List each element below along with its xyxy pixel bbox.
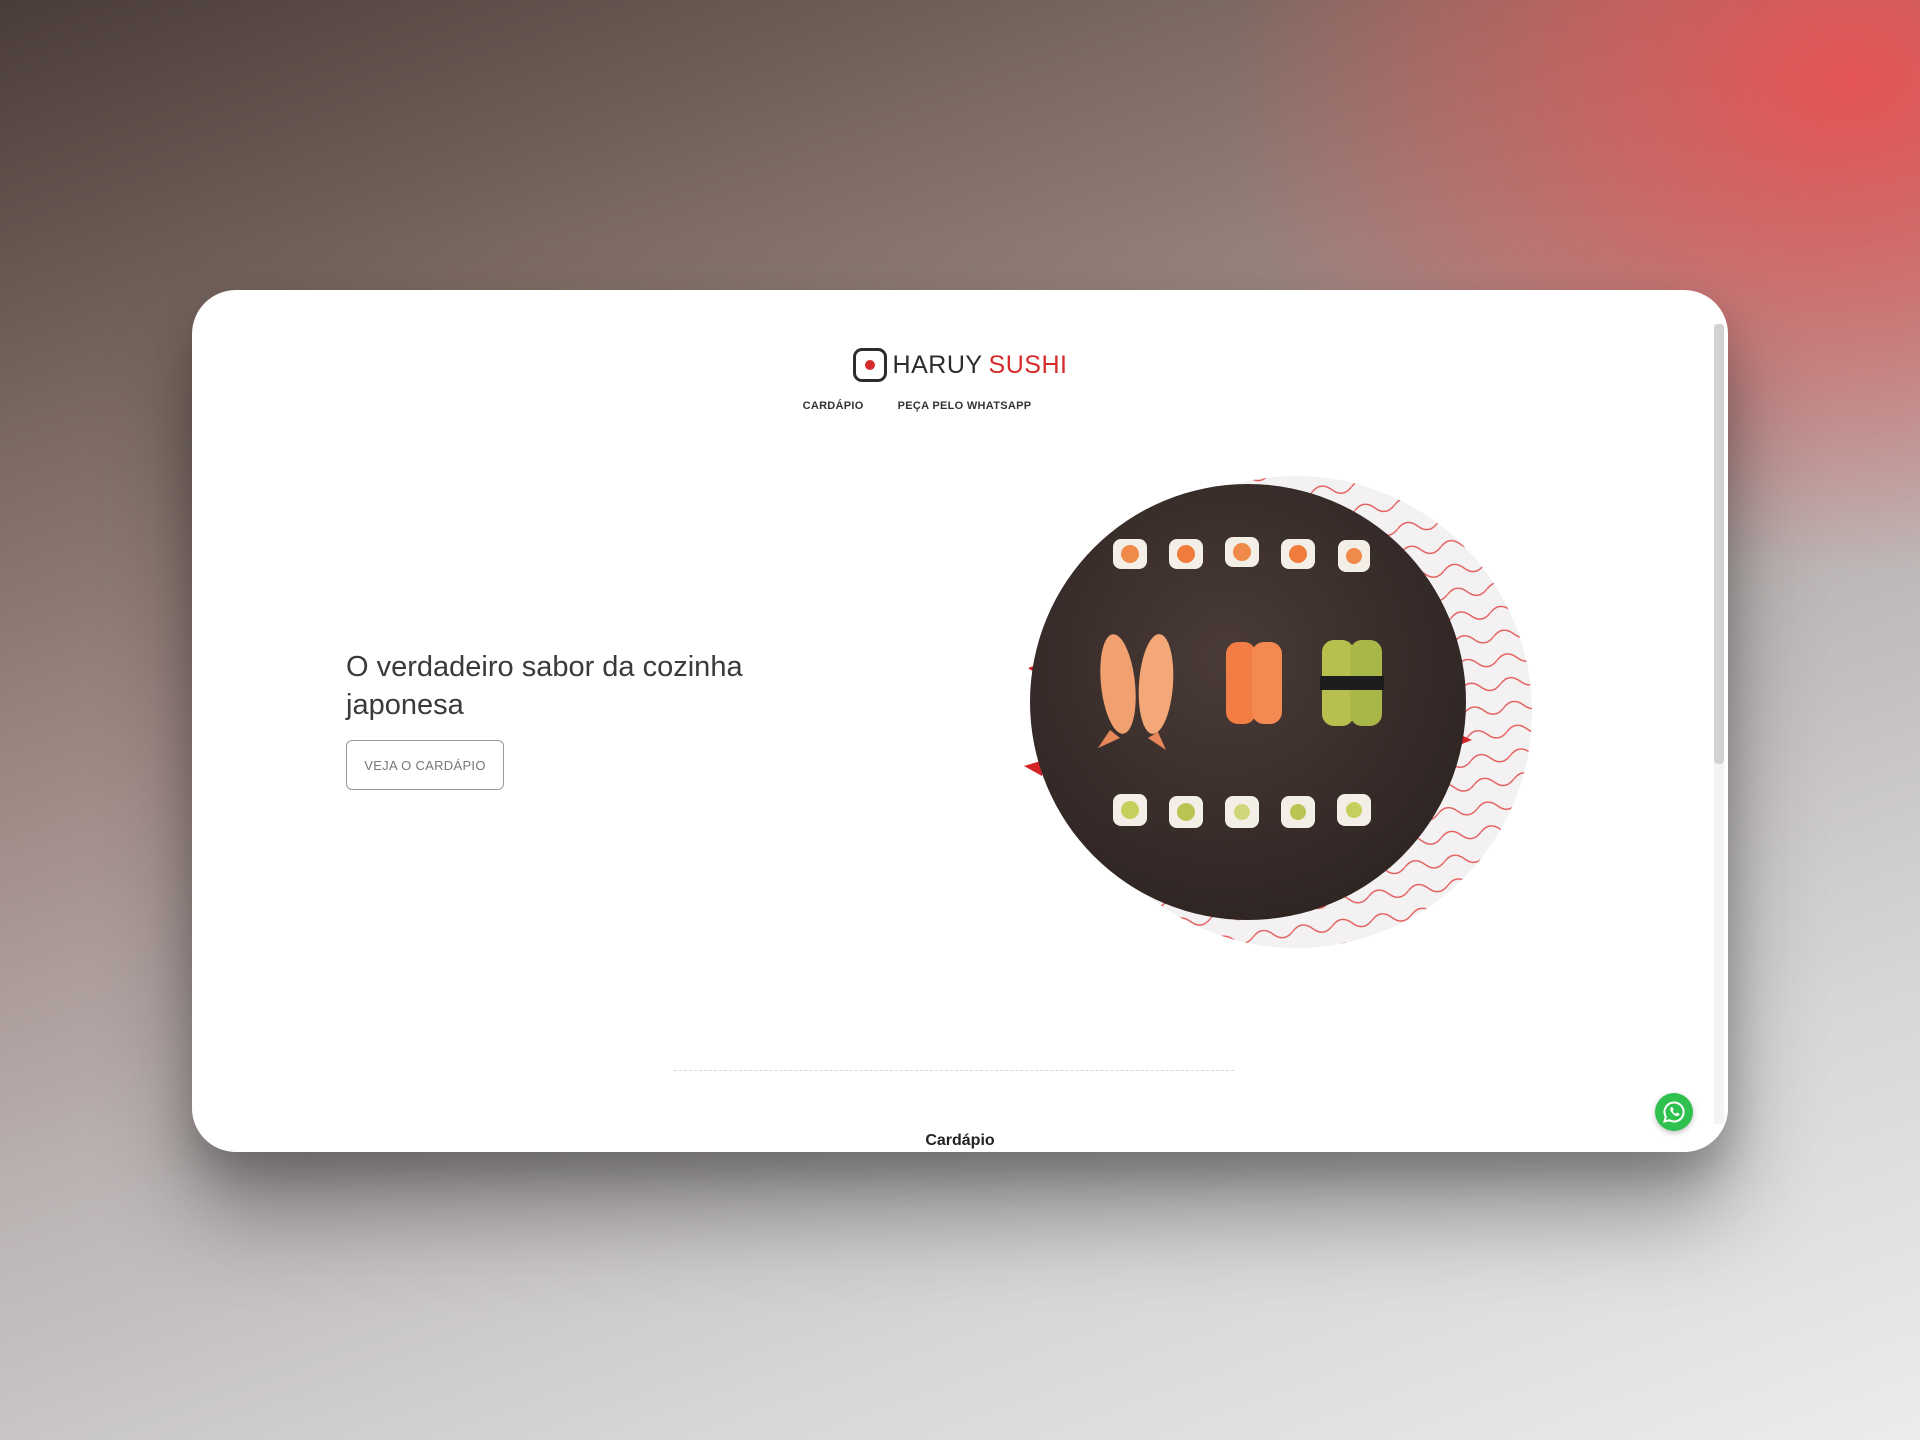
section-divider xyxy=(674,1070,1234,1071)
brand-name-primary: HARUY xyxy=(892,350,983,379)
main-nav: CARDÁPIO PEÇA PELO WHATSAPP xyxy=(192,400,1728,412)
brand-name-accent: SUSHI xyxy=(988,350,1068,379)
sushi-platter-image xyxy=(1024,476,1532,948)
square-dot-logo-icon xyxy=(852,348,887,382)
site-logo[interactable]: HARUY SUSHI xyxy=(852,348,1068,382)
whatsapp-floating-button[interactable] xyxy=(1655,1093,1693,1131)
browser-page: HARUY SUSHI CARDÁPIO PEÇA PELO WHATSAPP O… xyxy=(192,290,1728,1152)
site-header: HARUY SUSHI CARDÁPIO PEÇA PELO WHATSAPP xyxy=(192,348,1728,412)
salmon-nigiri xyxy=(1226,642,1282,724)
brand-name: HARUY SUSHI xyxy=(893,351,1068,380)
menu-section-title: Cardápio xyxy=(925,1132,995,1149)
hero-headline: O verdadeiro sabor da cozinha japonesa xyxy=(346,651,743,721)
nav-item-whatsapp-order[interactable]: PEÇA PELO WHATSAPP xyxy=(898,400,1032,412)
nav-item-cardapio[interactable]: CARDÁPIO xyxy=(803,400,864,412)
avocado-nigiri xyxy=(1320,640,1384,726)
view-menu-button[interactable]: VEJA O CARDÁPIO xyxy=(346,740,504,790)
whatsapp-icon xyxy=(1663,1101,1685,1123)
